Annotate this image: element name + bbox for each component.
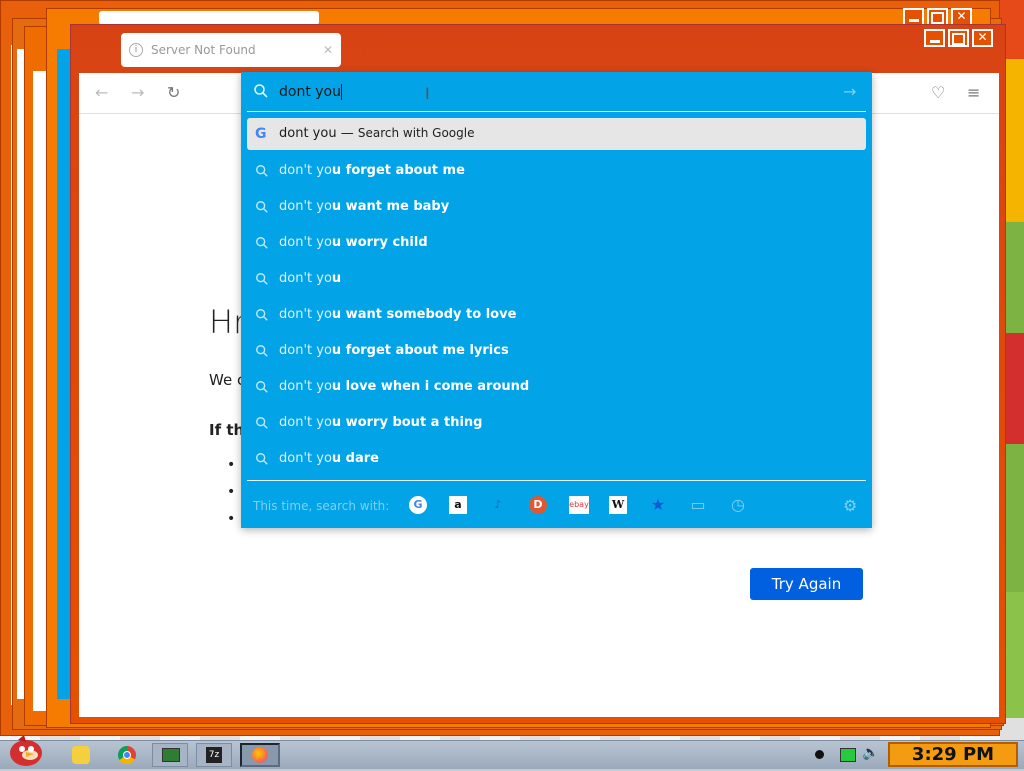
search-icon (256, 165, 268, 177)
search-icon (256, 309, 268, 321)
start-button[interactable] (4, 733, 46, 767)
background-tab[interactable] (99, 11, 319, 25)
list-item: • (227, 484, 236, 500)
text-cursor-icon: I (425, 84, 430, 103)
tabs-icon[interactable]: ▭ (689, 496, 707, 514)
volume-icon[interactable]: 🔈 (862, 745, 879, 761)
search-icon (256, 381, 268, 393)
window-controls: ✕ (924, 29, 993, 47)
list-item: • (227, 511, 236, 527)
reload-icon[interactable]: ↻ (167, 83, 180, 102)
ebay-engine-icon[interactable]: ebay (569, 496, 589, 514)
pocket-icon[interactable]: ♡ (931, 83, 945, 102)
suggestion-item[interactable]: don't you (247, 262, 866, 296)
suggestion-item[interactable]: don't you want me baby (247, 190, 866, 224)
archive-icon[interactable]: 7z (196, 743, 232, 767)
maximize-icon[interactable] (948, 29, 969, 47)
taskbar: 7z 🔈 3:29 PM (0, 735, 1024, 769)
bookmarks-icon[interactable]: ★ (649, 496, 667, 514)
minimize-icon[interactable] (924, 29, 945, 47)
wikipedia-engine-icon[interactable]: W (609, 496, 627, 514)
duckduckgo-engine-icon[interactable]: D (529, 496, 547, 514)
bing-engine-icon[interactable]: ♪ (489, 496, 507, 514)
history-icon[interactable]: ◷ (729, 496, 747, 514)
search-icon (256, 273, 268, 285)
network-icon[interactable] (840, 748, 856, 762)
chrome-icon[interactable] (118, 746, 136, 764)
suggestion-item[interactable]: don't you forget about me lyrics (247, 334, 866, 368)
amazon-engine-icon[interactable]: a (449, 496, 467, 514)
clock[interactable]: 3:29 PM (888, 742, 1018, 767)
page-bold-text: If th (209, 421, 245, 439)
search-with-google-row[interactable]: G dont you — Search with Google (247, 118, 866, 150)
search-icon (254, 84, 268, 98)
folder-icon[interactable] (72, 746, 90, 764)
google-row-dash: — (340, 126, 354, 141)
url-text[interactable]: dont you (279, 84, 342, 100)
tab-title: Server Not Found (151, 43, 256, 57)
suggestion-item[interactable]: don't you forget about me (247, 154, 866, 188)
angry-bird-icon (10, 735, 42, 766)
tab-close-icon[interactable]: ✕ (323, 43, 333, 57)
search-icon (256, 345, 268, 357)
suggestion-item[interactable]: don't you worry bout a thing (247, 406, 866, 440)
url-input[interactable]: dont you I → (241, 72, 872, 112)
tab-server-not-found[interactable]: i Server Not Found ✕ (121, 33, 341, 67)
info-icon: i (129, 43, 143, 57)
divider (247, 480, 866, 481)
record-icon[interactable] (815, 750, 824, 759)
google-icon: G (255, 126, 267, 142)
firefox-icon[interactable] (240, 743, 280, 767)
search-icon (256, 453, 268, 465)
suggestion-item[interactable]: don't you worry child (247, 226, 866, 260)
url-dropdown: dont you I → G dont you — Search with Go… (241, 72, 872, 528)
google-row-action: Search with Google (357, 126, 475, 140)
list-item: • (227, 457, 236, 473)
go-arrow-icon[interactable]: → (843, 82, 856, 101)
back-icon[interactable]: ← (95, 83, 108, 102)
search-icon (256, 201, 268, 213)
forward-icon[interactable]: → (131, 83, 144, 102)
suggestion-item[interactable]: don't you love when i come around (247, 370, 866, 404)
page-text: We c (209, 371, 246, 389)
try-again-button[interactable]: Try Again (750, 568, 863, 600)
google-row-query: dont you (279, 126, 337, 141)
divider (247, 111, 866, 112)
search-settings-icon[interactable]: ⚙ (843, 496, 857, 515)
new-tab-icon[interactable]: + (356, 37, 371, 58)
google-engine-icon[interactable]: G (409, 496, 427, 514)
suggestion-item[interactable]: don't you want somebody to love (247, 298, 866, 332)
suggestion-item[interactable]: don't you dare (247, 442, 866, 476)
search-icon (256, 237, 268, 249)
menu-icon[interactable]: ≡ (967, 83, 980, 102)
close-icon[interactable]: ✕ (972, 29, 993, 47)
search-icon (256, 417, 268, 429)
one-off-search-label: This time, search with: (253, 499, 390, 513)
terminal-icon[interactable] (152, 743, 188, 767)
